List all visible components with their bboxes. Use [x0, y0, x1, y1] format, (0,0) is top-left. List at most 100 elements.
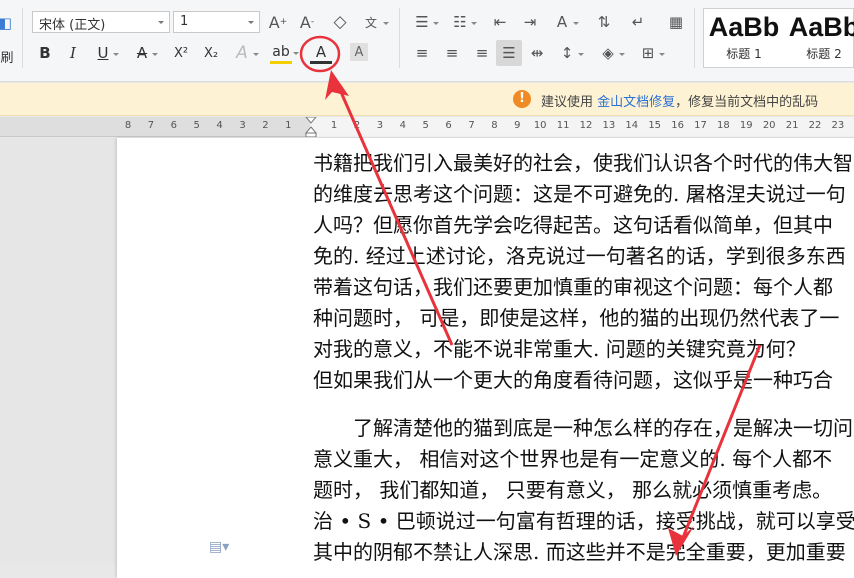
repair-notice-bar: ! 建议使用 金山文档修复，修复当前文档中的乱码 [0, 83, 854, 116]
underline-button[interactable]: U [94, 42, 119, 64]
ruler-tick-label: 16 [671, 120, 684, 131]
ruler-tick-label: 2 [353, 120, 361, 131]
align-right-icon[interactable]: ≡ [472, 42, 492, 64]
ruler-tick-label: 3 [239, 120, 246, 131]
font-name-value: 宋体 (正文) [39, 18, 106, 33]
increase-font-size-icon[interactable]: A + [267, 11, 289, 33]
ruler-tick-label: 17 [694, 120, 707, 131]
ruler-tick-label: 14 [625, 120, 639, 131]
ruler-tick-label: 7 [147, 120, 155, 131]
ruler-tick-label: 5 [193, 120, 200, 131]
change-case-icon[interactable]: A [552, 11, 579, 33]
text-line: 带着这句话，我们还要更加慎重的审视这个问题：每个人都 [313, 275, 833, 299]
show-marks-icon[interactable]: ↵ [628, 11, 648, 33]
paragraph: 书籍把我们引入最美好的社会，使我们认识各个时代的伟大智者。 的维度去思考这个问题… [313, 148, 854, 396]
ruler-tick-label: 11 [556, 120, 570, 131]
distributed-align-icon[interactable]: ⇹ [527, 42, 547, 64]
ruler-tick-label: 23 [831, 120, 845, 131]
ruler-tick-label: 18 [717, 120, 730, 131]
sort-icon[interactable]: ⇅ [594, 11, 614, 33]
style-heading-2[interactable]: AaBb 标题 2 [784, 9, 854, 67]
notice-suffix: ，修复当前文档中的乱码 [675, 95, 819, 110]
bullet-list-icon[interactable]: ☰ [412, 11, 439, 33]
document-body[interactable]: 书籍把我们引入最美好的社会，使我们认识各个时代的伟大智者。 的维度去思考这个问题… [313, 148, 854, 568]
ruler-tick-label: 15 [648, 120, 662, 131]
ruler-tick-label: 6 [445, 120, 452, 131]
highlight-button[interactable]: ab [270, 42, 299, 64]
ruler-tick-label: 7 [468, 120, 475, 131]
text-line: 其中的阴郁不禁让人深思. 而这些并不是完全重要，更加重要 [313, 540, 846, 564]
font-size-value: 1 [180, 14, 189, 29]
ruler-tick-label: 20 [762, 120, 776, 131]
subscript-button[interactable]: X₂ [200, 42, 222, 64]
text-line: 意义重大， 相信对这个世界也是有一定意义的. 每个人都不 [313, 447, 833, 471]
table-border-icon[interactable]: ▦ [666, 11, 686, 33]
ruler-tick-label: 22 [808, 120, 822, 131]
divider [22, 8, 23, 68]
phonetic-guide-icon[interactable]: 文 [360, 11, 389, 33]
align-center-icon[interactable]: ≡ [442, 42, 462, 64]
divider [694, 8, 695, 68]
format-painter-icon[interactable]: ◧ [0, 14, 12, 32]
text-line: 但如果我们从一个更大的角度看待问题，这似乎是一种巧合 [313, 368, 833, 392]
indent-marker-icon[interactable] [305, 117, 317, 137]
notice-text: 建议使用 金山文档修复，修复当前文档中的乱码 [541, 91, 818, 110]
style-label: 标题 1 [726, 47, 762, 61]
ruler-tick-label: 1 [285, 120, 292, 131]
ruler-tick-label: 13 [602, 120, 616, 131]
notice-prefix: 建议使用 [541, 95, 594, 110]
superscript-button[interactable]: X² [170, 42, 192, 64]
character-shading-button[interactable]: A [350, 43, 368, 61]
text-line: 种问题时， 可是，即使是这样，他的猫的出现仍然代表了一 [313, 306, 840, 330]
align-left-icon[interactable]: ≡ [412, 42, 432, 64]
style-preview: AaBb [708, 12, 780, 42]
ruler-tick-label: 4 [399, 120, 406, 131]
ruler-tick-label: 19 [739, 120, 753, 131]
increase-indent-icon[interactable]: ⇥ [520, 11, 540, 33]
justify-icon[interactable]: ☰ [496, 40, 522, 66]
chevron-down-icon [248, 21, 254, 24]
ribbon-toolbar: 刷 ◧ 宋体 (正文) 1 A + A- ◇ 文 B I U A X² X₂ A … [0, 0, 854, 82]
text-line: 人吗？但愿你首先学会吃得起苦。这句话看似简单，但其中 [313, 213, 833, 237]
chevron-down-icon [158, 21, 164, 24]
text-line: 了解清楚他的猫到底是一种怎么样的存在，是解决一切问题 [353, 416, 854, 440]
font-size-select[interactable]: 1 [173, 11, 260, 33]
ruler-tick-label: 12 [579, 120, 593, 131]
text-line: 书籍把我们引入最美好的社会，使我们认识各个时代的伟大智者。 [313, 151, 854, 175]
text-line: 题时， 我们都知道， 只要有意义， 那么就必须慎重考虑。 [313, 478, 833, 502]
style-preview: AaBb [788, 12, 854, 42]
text-line: 的维度去思考这个问题：这是不可避免的. 屠格涅夫说过一句 [313, 182, 846, 206]
font-name-select[interactable]: 宋体 (正文) [32, 11, 170, 33]
style-heading-1[interactable]: AaBb 标题 1 [704, 9, 784, 67]
paragraph-layout-icon[interactable]: ▤▾ [209, 539, 229, 555]
ruler-tick-label: 3 [376, 120, 384, 131]
repair-link[interactable]: 金山文档修复 [597, 95, 675, 110]
format-painter-label[interactable]: 刷 [0, 46, 14, 66]
decrease-indent-icon[interactable]: ⇤ [490, 11, 510, 33]
numbered-list-icon[interactable]: ☷ [450, 11, 477, 33]
decrease-font-size-icon[interactable]: A- [296, 11, 318, 33]
bold-button[interactable]: B [36, 42, 54, 64]
text-effect-button[interactable]: A [232, 42, 259, 64]
text-line: 免的. 经过上述讨论，洛克说过一句著名的话，学到很多东西 [313, 244, 846, 268]
warning-icon: ! [513, 90, 531, 108]
font-color-button[interactable]: A [310, 42, 332, 64]
clear-format-icon[interactable]: ◇ [329, 11, 351, 33]
line-spacing-icon[interactable]: ↕ [557, 42, 584, 64]
ruler-tick-label: 2 [262, 120, 269, 131]
ruler-tick-label: 1 [330, 120, 338, 131]
ruler-tick-label: 5 [422, 120, 429, 131]
ruler-tick-label: 4 [216, 120, 223, 131]
ruler-tick-label: 8 [491, 120, 498, 131]
strikethrough-button[interactable]: A [133, 42, 158, 64]
italic-button[interactable]: I [64, 42, 82, 64]
style-label: 标题 2 [806, 47, 842, 61]
divider [399, 8, 400, 68]
style-gallery: AaBb 标题 1 AaBb 标题 2 [703, 8, 854, 68]
ruler-tick-label: 9 [514, 120, 521, 131]
borders-icon[interactable]: ⊞ [638, 42, 665, 64]
text-line: 治 • S • 巴顿说过一句富有哲理的话，接受挑战，就可以享受 [313, 509, 854, 533]
paint-bucket-icon[interactable]: ◈ [598, 42, 625, 64]
horizontal-ruler[interactable]: 8 7 6 5 4 3 2 1 1 2 3 4 5 6 7 8 9 10 11 12 13 14 15 16 17 18 19 20 2… [0, 117, 854, 137]
